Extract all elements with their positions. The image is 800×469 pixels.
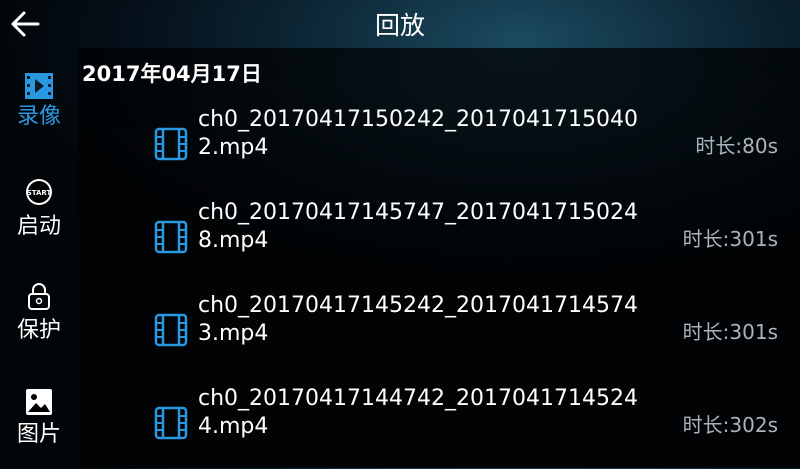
file-duration: 时长:301s: [682, 320, 778, 344]
file-duration: 时长:80s: [695, 134, 778, 158]
list-item[interactable]: ch0_20170417144742_20170417145244.mp4 时长…: [78, 375, 800, 469]
file-name: ch0_20170417145242_20170417145743.mp4: [198, 293, 638, 346]
date-header: 2017年04月17日: [82, 62, 262, 86]
video-file-icon: [154, 406, 188, 440]
list-item[interactable]: ch0_20170417145747_20170417150248.mp4 时长…: [78, 189, 800, 283]
sidebar-item-protect[interactable]: 保护: [0, 260, 78, 360]
sidebar-item-label: 启动: [16, 214, 61, 239]
list-item[interactable]: ch0_20170417145242_20170417145743.mp4 时长…: [78, 282, 800, 376]
page-title: 回放: [374, 11, 425, 40]
video-file-icon: [154, 127, 188, 161]
start-icon-text: START: [27, 189, 52, 197]
sidebar-item-recordings[interactable]: 录像: [0, 48, 78, 148]
file-duration: 时长:301s: [682, 227, 778, 251]
sidebar-item-pictures[interactable]: 图片: [0, 366, 78, 466]
file-name: ch0_20170417150242_20170417150402.mp4: [198, 107, 638, 160]
video-file-icon: [154, 220, 188, 254]
image-icon: [26, 389, 52, 415]
lock-icon: [28, 283, 50, 310]
video-file-icon: [154, 313, 188, 347]
file-name: ch0_20170417144742_20170417145244.mp4: [198, 386, 638, 439]
sidebar-item-startup[interactable]: START 启动: [0, 154, 78, 254]
top-bar: 回放: [0, 0, 800, 48]
sidebar: 录像 START 启动 保护 图片: [0, 48, 78, 468]
start-icon: START: [26, 179, 52, 205]
file-name: ch0_20170417145747_20170417150248.mp4: [198, 200, 638, 253]
sidebar-item-label: 录像: [16, 104, 61, 129]
file-list-panel: 2017年04月17日 ch0_20170417150242_201704171…: [78, 48, 800, 468]
sidebar-item-label: 保护: [16, 318, 61, 343]
list-item[interactable]: ch0_20170417150242_20170417150402.mp4 时长…: [78, 96, 800, 190]
sidebar-item-label: 图片: [16, 422, 61, 447]
file-duration: 时长:302s: [682, 413, 778, 437]
